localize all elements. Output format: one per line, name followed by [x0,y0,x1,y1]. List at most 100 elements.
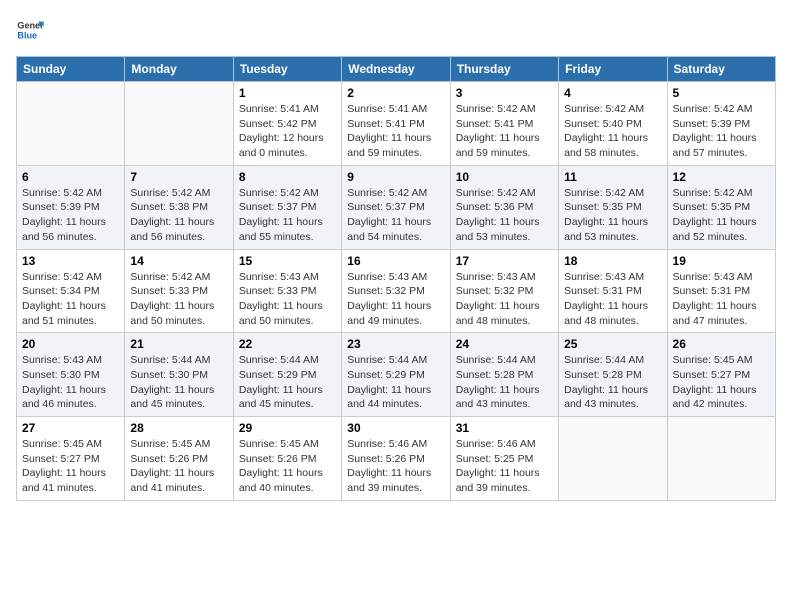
day-number: 31 [456,421,553,435]
day-info: Sunrise: 5:42 AM Sunset: 5:35 PM Dayligh… [673,186,770,245]
weekday-header-friday: Friday [559,57,667,82]
day-info: Sunrise: 5:45 AM Sunset: 5:26 PM Dayligh… [130,437,227,496]
calendar-cell [17,82,125,166]
calendar-cell: 17 Sunrise: 5:43 AM Sunset: 5:32 PM Dayli… [450,249,558,333]
day-info: Sunrise: 5:45 AM Sunset: 5:26 PM Dayligh… [239,437,336,496]
calendar-cell [125,82,233,166]
calendar-cell: 18 Sunrise: 5:43 AM Sunset: 5:31 PM Dayli… [559,249,667,333]
calendar-cell: 15 Sunrise: 5:43 AM Sunset: 5:33 PM Dayli… [233,249,341,333]
calendar-cell: 1 Sunrise: 5:41 AM Sunset: 5:42 PM Daylig… [233,82,341,166]
day-info: Sunrise: 5:43 AM Sunset: 5:30 PM Dayligh… [22,353,119,412]
day-number: 7 [130,170,227,184]
day-number: 26 [673,337,770,351]
calendar-cell: 20 Sunrise: 5:43 AM Sunset: 5:30 PM Dayli… [17,333,125,417]
day-number: 29 [239,421,336,435]
day-number: 21 [130,337,227,351]
day-number: 13 [22,254,119,268]
day-info: Sunrise: 5:42 AM Sunset: 5:34 PM Dayligh… [22,270,119,329]
calendar-cell: 6Sunrise: 5:42 AM Sunset: 5:39 PM Daylig… [17,165,125,249]
day-info: Sunrise: 5:45 AM Sunset: 5:27 PM Dayligh… [22,437,119,496]
calendar-cell: 24Sunrise: 5:44 AM Sunset: 5:28 PM Dayli… [450,333,558,417]
weekday-header-tuesday: Tuesday [233,57,341,82]
calendar-cell: 31Sunrise: 5:46 AM Sunset: 5:25 PM Dayli… [450,417,558,501]
day-number: 20 [22,337,119,351]
day-info: Sunrise: 5:42 AM Sunset: 5:38 PM Dayligh… [130,186,227,245]
calendar-cell: 13 Sunrise: 5:42 AM Sunset: 5:34 PM Dayli… [17,249,125,333]
calendar-cell: 29 Sunrise: 5:45 AM Sunset: 5:26 PM Dayli… [233,417,341,501]
calendar-cell: 3 Sunrise: 5:42 AM Sunset: 5:41 PM Daylig… [450,82,558,166]
day-info: Sunrise: 5:42 AM Sunset: 5:36 PM Dayligh… [456,186,553,245]
calendar-cell: 26 Sunrise: 5:45 AM Sunset: 5:27 PM Dayli… [667,333,775,417]
calendar-cell: 22 Sunrise: 5:44 AM Sunset: 5:29 PM Dayli… [233,333,341,417]
calendar-cell: 5 Sunrise: 5:42 AM Sunset: 5:39 PM Daylig… [667,82,775,166]
day-info: Sunrise: 5:41 AM Sunset: 5:41 PM Dayligh… [347,102,444,161]
day-number: 2 [347,86,444,100]
svg-text:Blue: Blue [17,30,37,40]
day-info: Sunrise: 5:42 AM Sunset: 5:39 PM Dayligh… [673,102,770,161]
day-info: Sunrise: 5:43 AM Sunset: 5:32 PM Dayligh… [456,270,553,329]
calendar-cell: 9 Sunrise: 5:42 AM Sunset: 5:37 PM Daylig… [342,165,450,249]
day-info: Sunrise: 5:43 AM Sunset: 5:32 PM Dayligh… [347,270,444,329]
day-number: 9 [347,170,444,184]
day-info: Sunrise: 5:43 AM Sunset: 5:33 PM Dayligh… [239,270,336,329]
day-info: Sunrise: 5:44 AM Sunset: 5:29 PM Dayligh… [239,353,336,412]
day-info: Sunrise: 5:44 AM Sunset: 5:30 PM Dayligh… [130,353,227,412]
weekday-header-saturday: Saturday [667,57,775,82]
day-number: 30 [347,421,444,435]
calendar-cell: 23 Sunrise: 5:44 AM Sunset: 5:29 PM Dayli… [342,333,450,417]
calendar-cell [559,417,667,501]
day-info: Sunrise: 5:42 AM Sunset: 5:33 PM Dayligh… [130,270,227,329]
day-number: 23 [347,337,444,351]
calendar-cell: 27 Sunrise: 5:45 AM Sunset: 5:27 PM Dayli… [17,417,125,501]
weekday-header-sunday: Sunday [17,57,125,82]
calendar-cell: 10 Sunrise: 5:42 AM Sunset: 5:36 PM Dayli… [450,165,558,249]
day-number: 14 [130,254,227,268]
calendar-cell: 8 Sunrise: 5:42 AM Sunset: 5:37 PM Daylig… [233,165,341,249]
day-number: 5 [673,86,770,100]
calendar-cell: 12 Sunrise: 5:42 AM Sunset: 5:35 PM Dayli… [667,165,775,249]
day-number: 8 [239,170,336,184]
calendar-table: SundayMondayTuesdayWednesdayThursdayFrid… [16,56,776,501]
calendar-cell: 14 Sunrise: 5:42 AM Sunset: 5:33 PM Dayli… [125,249,233,333]
day-number: 25 [564,337,661,351]
day-info: Sunrise: 5:42 AM Sunset: 5:37 PM Dayligh… [239,186,336,245]
day-number: 3 [456,86,553,100]
day-number: 10 [456,170,553,184]
day-info: Sunrise: 5:41 AM Sunset: 5:42 PM Dayligh… [239,102,336,161]
day-info: Sunrise: 5:43 AM Sunset: 5:31 PM Dayligh… [673,270,770,329]
day-number: 17 [456,254,553,268]
day-info: Sunrise: 5:42 AM Sunset: 5:40 PM Dayligh… [564,102,661,161]
calendar-cell: 30Sunrise: 5:46 AM Sunset: 5:26 PM Dayli… [342,417,450,501]
calendar-cell: 21 Sunrise: 5:44 AM Sunset: 5:30 PM Dayli… [125,333,233,417]
calendar-cell: 4 Sunrise: 5:42 AM Sunset: 5:40 PM Daylig… [559,82,667,166]
day-info: Sunrise: 5:45 AM Sunset: 5:27 PM Dayligh… [673,353,770,412]
calendar-cell: 2 Sunrise: 5:41 AM Sunset: 5:41 PM Daylig… [342,82,450,166]
day-number: 15 [239,254,336,268]
calendar-cell: 19 Sunrise: 5:43 AM Sunset: 5:31 PM Dayli… [667,249,775,333]
day-number: 4 [564,86,661,100]
day-number: 22 [239,337,336,351]
day-number: 19 [673,254,770,268]
day-number: 11 [564,170,661,184]
day-number: 16 [347,254,444,268]
day-number: 27 [22,421,119,435]
calendar-cell: 16 Sunrise: 5:43 AM Sunset: 5:32 PM Dayli… [342,249,450,333]
day-number: 6 [22,170,119,184]
calendar-cell: 7 Sunrise: 5:42 AM Sunset: 5:38 PM Daylig… [125,165,233,249]
day-number: 28 [130,421,227,435]
day-info: Sunrise: 5:44 AM Sunset: 5:29 PM Dayligh… [347,353,444,412]
weekday-header-wednesday: Wednesday [342,57,450,82]
day-info: Sunrise: 5:42 AM Sunset: 5:41 PM Dayligh… [456,102,553,161]
calendar-cell: 11 Sunrise: 5:42 AM Sunset: 5:35 PM Dayli… [559,165,667,249]
day-number: 18 [564,254,661,268]
logo: General Blue [16,16,44,44]
day-info: Sunrise: 5:43 AM Sunset: 5:31 PM Dayligh… [564,270,661,329]
day-info: Sunrise: 5:42 AM Sunset: 5:35 PM Dayligh… [564,186,661,245]
logo-icon: General Blue [16,16,44,44]
calendar-cell: 25 Sunrise: 5:44 AM Sunset: 5:28 PM Dayli… [559,333,667,417]
day-number: 1 [239,86,336,100]
day-info: Sunrise: 5:42 AM Sunset: 5:37 PM Dayligh… [347,186,444,245]
day-info: Sunrise: 5:44 AM Sunset: 5:28 PM Dayligh… [564,353,661,412]
day-number: 12 [673,170,770,184]
weekday-header-thursday: Thursday [450,57,558,82]
